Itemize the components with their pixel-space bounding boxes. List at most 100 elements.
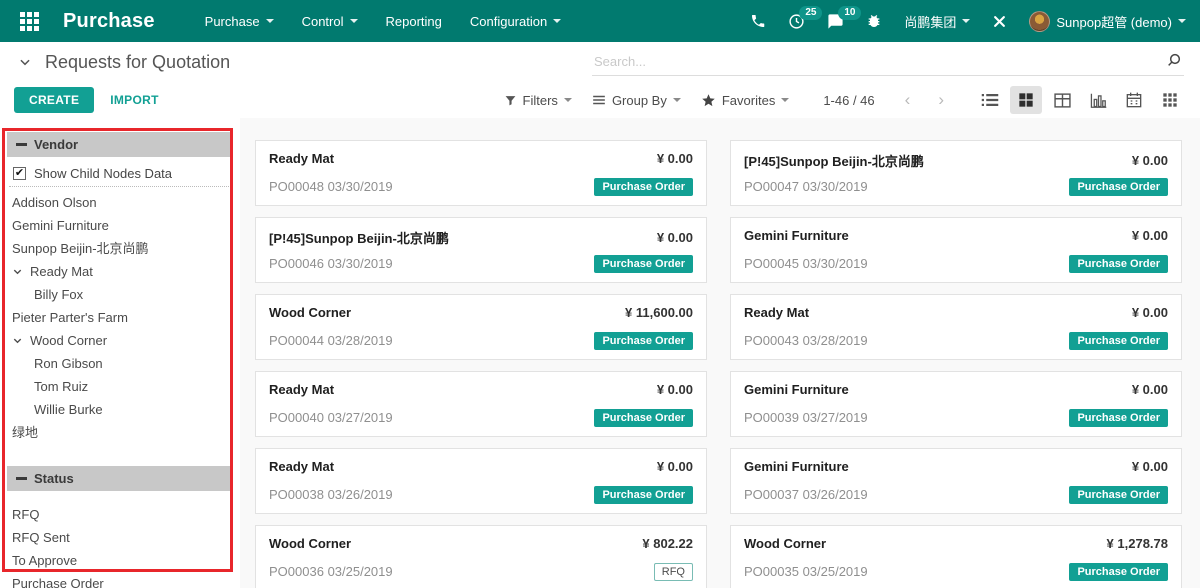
topbar-right: 25 10 尚鹏集团 Sunpop超管 (demo) <box>750 11 1186 32</box>
calendar-view-icon[interactable] <box>1118 86 1150 114</box>
sidebar-item-addison-olson[interactable]: Addison Olson <box>0 191 240 214</box>
menu-control[interactable]: Control <box>302 14 358 29</box>
show-child-nodes-label: Show Child Nodes Data <box>34 166 172 181</box>
menu-control-label: Control <box>302 14 344 29</box>
breadcrumb[interactable]: Requests for Quotation <box>14 52 230 73</box>
company-name: 尚鹏集团 <box>904 12 956 31</box>
card-reference: PO00037 03/26/2019 <box>744 487 868 502</box>
kanban-view-icon[interactable] <box>1010 86 1042 114</box>
sidebar-item-to-approve[interactable]: To Approve <box>0 549 240 572</box>
card-amount: ¥ 0.00 <box>1132 228 1168 243</box>
sidebar-item-rfq[interactable]: RFQ <box>0 503 240 526</box>
card-vendor: Ready Mat <box>269 459 334 474</box>
card-vendor: [P!45]Sunpop Beijin-北京尚鹏 <box>269 228 449 247</box>
activities-clock-icon[interactable]: 25 <box>788 13 805 30</box>
collapse-minus-icon <box>16 477 27 480</box>
chevron-down-icon[interactable] <box>12 335 23 346</box>
status-badge: Purchase Order <box>1069 332 1168 350</box>
kanban-card[interactable]: Wood Corner¥ 1,278.78 PO00035 03/25/2019… <box>730 525 1182 588</box>
messages-icon[interactable]: 10 <box>827 13 844 30</box>
sidebar-item-sunpop-beijin[interactable]: Sunpop Beijin-北京尚鹏 <box>0 237 240 260</box>
card-amount: ¥ 1,278.78 <box>1107 536 1168 551</box>
activity-view-icon[interactable] <box>1154 86 1186 114</box>
card-vendor: Ready Mat <box>269 382 334 397</box>
list-view-icon[interactable] <box>974 86 1006 114</box>
status-badge: Purchase Order <box>594 255 693 273</box>
sidebar-item-lvdi[interactable]: 绿地 <box>0 421 240 444</box>
company-switcher[interactable]: 尚鹏集团 <box>904 12 970 31</box>
sidebar-item-wood-corner[interactable]: Wood Corner <box>0 329 240 352</box>
sidebar-item-tom-ruiz[interactable]: Tom Ruiz <box>0 375 240 398</box>
sidebar-item-gemini-furniture[interactable]: Gemini Furniture <box>0 214 240 237</box>
status-badge: Purchase Order <box>1069 563 1168 581</box>
chevron-down-icon[interactable] <box>12 266 23 277</box>
kanban-card[interactable]: Gemini Furniture¥ 0.00 PO00037 03/26/201… <box>730 448 1182 514</box>
kanban-card[interactable]: [P!45]Sunpop Beijin-北京尚鹏¥ 0.00 PO00046 0… <box>255 217 707 283</box>
filters-label: Filters <box>523 93 558 108</box>
favorites-dropdown[interactable]: Favorites <box>701 93 789 108</box>
group-by-icon <box>592 94 606 106</box>
card-reference: PO00039 03/27/2019 <box>744 410 868 425</box>
search-bar <box>592 48 1184 76</box>
checkbox-checked-icon[interactable]: ✔ <box>13 167 26 180</box>
kanban-card[interactable]: Wood Corner¥ 11,600.00 PO00044 03/28/201… <box>255 294 707 360</box>
card-amount: ¥ 0.00 <box>1132 305 1168 320</box>
pager-next[interactable]: › <box>934 90 948 110</box>
vendor-section-header[interactable]: Vendor <box>7 132 233 157</box>
menu-purchase[interactable]: Purchase <box>205 14 274 29</box>
filters-dropdown[interactable]: Filters <box>504 93 572 108</box>
chevron-down-icon <box>350 19 358 23</box>
search-icon[interactable] <box>1166 52 1182 73</box>
search-input[interactable] <box>592 48 1184 76</box>
kanban-card[interactable]: Ready Mat¥ 0.00 PO00048 03/30/2019Purcha… <box>255 140 707 206</box>
pager-previous[interactable]: ‹ <box>901 90 915 110</box>
create-button[interactable]: CREATE <box>14 87 94 113</box>
card-reference: PO00038 03/26/2019 <box>269 487 393 502</box>
bug-icon[interactable] <box>866 13 882 29</box>
card-amount: ¥ 0.00 <box>657 382 693 397</box>
user-name: Sunpop超管 (demo) <box>1056 12 1172 31</box>
card-reference: PO00036 03/25/2019 <box>269 564 393 579</box>
import-button[interactable]: IMPORT <box>110 93 158 107</box>
status-section-header[interactable]: Status <box>7 466 233 491</box>
phone-icon[interactable] <box>750 13 766 29</box>
user-menu[interactable]: Sunpop超管 (demo) <box>1029 11 1186 32</box>
card-vendor: Ready Mat <box>744 305 809 320</box>
card-amount: ¥ 802.22 <box>642 536 693 551</box>
sidebar-item-rfq-sent[interactable]: RFQ Sent <box>0 526 240 549</box>
card-vendor: Ready Mat <box>269 151 334 166</box>
sidebar-item-willie-burke[interactable]: Willie Burke <box>0 398 240 421</box>
sidebar-item-purchase-order[interactable]: Purchase Order <box>0 572 240 588</box>
card-vendor: Gemini Furniture <box>744 459 849 474</box>
menu-configuration[interactable]: Configuration <box>470 14 561 29</box>
control-panel-top: Requests for Quotation <box>0 42 1200 82</box>
chevron-down-icon <box>1178 19 1186 23</box>
kanban-card[interactable]: Wood Corner¥ 802.22 PO00036 03/25/2019RF… <box>255 525 707 588</box>
show-child-nodes-toggle[interactable]: ✔ Show Child Nodes Data <box>13 166 230 181</box>
kanban-card[interactable]: [P!45]Sunpop Beijin-北京尚鹏¥ 0.00 PO00047 0… <box>730 140 1182 206</box>
app-title[interactable]: Purchase <box>63 10 155 33</box>
kanban-card[interactable]: Gemini Furniture¥ 0.00 PO00039 03/27/201… <box>730 371 1182 437</box>
sidebar-item-pieter-parters-farm[interactable]: Pieter Parter's Farm <box>0 306 240 329</box>
card-amount: ¥ 0.00 <box>1132 382 1168 397</box>
sidebar-item-ron-gibson[interactable]: Ron Gibson <box>0 352 240 375</box>
status-badge: Purchase Order <box>1069 486 1168 504</box>
group-by-dropdown[interactable]: Group By <box>592 93 681 108</box>
kanban-card[interactable]: Ready Mat¥ 0.00 PO00038 03/26/2019Purcha… <box>255 448 707 514</box>
tools-icon[interactable] <box>992 14 1007 29</box>
menu-reporting[interactable]: Reporting <box>386 14 442 29</box>
apps-grid-icon[interactable] <box>20 12 39 31</box>
kanban-card[interactable]: Ready Mat¥ 0.00 PO00043 03/28/2019Purcha… <box>730 294 1182 360</box>
graph-view-icon[interactable] <box>1082 86 1114 114</box>
group-by-label: Group By <box>612 93 667 108</box>
kanban-card[interactable]: Ready Mat¥ 0.00 PO00040 03/27/2019Purcha… <box>255 371 707 437</box>
vendor-header-label: Vendor <box>34 137 78 152</box>
control-panel-bottom: CREATE IMPORT Filters Group By Favorites… <box>0 82 1200 118</box>
kanban-card[interactable]: Gemini Furniture¥ 0.00 PO00045 03/30/201… <box>730 217 1182 283</box>
sidebar-item-billy-fox[interactable]: Billy Fox <box>0 283 240 306</box>
activities-count-badge: 25 <box>799 6 822 20</box>
sidebar-item-ready-mat[interactable]: Ready Mat <box>0 260 240 283</box>
filter-funnel-icon <box>504 94 517 107</box>
pivot-view-icon[interactable] <box>1046 86 1078 114</box>
card-vendor: Wood Corner <box>269 536 351 551</box>
